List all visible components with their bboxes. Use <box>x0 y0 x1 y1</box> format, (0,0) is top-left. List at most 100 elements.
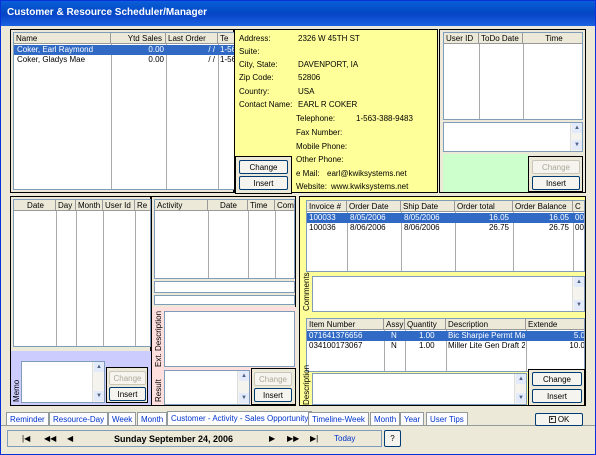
tab-year[interactable]: Year <box>400 412 425 425</box>
col-item-number[interactable]: Item Number <box>307 319 384 330</box>
ok-button[interactable]: ▸ OK <box>535 413 583 426</box>
tab-week[interactable]: Week <box>108 412 137 425</box>
item-row[interactable]: 071641376656 N 1.00 Bic Sharpie Permt Ma… <box>307 331 584 341</box>
prev-icon[interactable]: ◀ <box>67 434 73 443</box>
tab-month[interactable]: Month <box>137 412 168 425</box>
col-order-balance[interactable]: Order Balance <box>513 201 573 212</box>
col-re[interactable]: Re <box>135 200 150 211</box>
help-button[interactable]: ? <box>384 430 401 447</box>
todo-list[interactable]: User ID ToDo Date Time <box>443 32 583 120</box>
reminder-change-button[interactable]: Change <box>109 371 146 385</box>
address-panel: Address: 2326 W 45TH ST Suite: City, Sta… <box>234 29 438 194</box>
next-icon[interactable]: ▶ <box>269 434 275 443</box>
current-date: Sunday September 24, 2006 <box>114 434 234 444</box>
col-order-date[interactable]: Order Date <box>347 201 401 212</box>
todo-notes[interactable]: ▲ ▼ <box>443 122 583 152</box>
ext-description-field[interactable] <box>164 311 295 367</box>
activity-change-button[interactable]: Change <box>254 372 292 386</box>
col-last-order[interactable]: Last Order <box>166 33 218 44</box>
ext-description-label: Ext. Description <box>154 310 163 367</box>
todo-change-button[interactable]: Change <box>532 160 580 174</box>
memo-field[interactable]: ▲ ▼ <box>21 361 105 403</box>
reminder-list[interactable]: Date Day Month User Id Re <box>13 199 151 347</box>
address-value: 2326 W 45TH ST <box>298 34 360 43</box>
zip-value: 52806 <box>298 73 321 82</box>
item-change-button[interactable]: Change <box>532 372 582 386</box>
invoice-row[interactable]: 100036 8/06/2006 8/06/2006 26.75 26.75 0… <box>307 223 584 233</box>
activity-field-2[interactable] <box>154 295 295 305</box>
col-date[interactable]: Date <box>208 200 248 211</box>
address-insert-button[interactable]: Insert <box>239 176 288 190</box>
col-month[interactable]: Month <box>76 200 103 211</box>
col-description[interactable]: Description <box>446 319 526 330</box>
last-icon[interactable]: ▶| <box>310 434 318 443</box>
city-value: DAVENPORT, IA <box>298 60 359 69</box>
comments-field[interactable]: ▲ ▼ <box>312 276 585 312</box>
todo-insert-button[interactable]: Insert <box>532 176 580 190</box>
customer-list[interactable]: Name Ytd Sales Last Order Te Coker, Earl… <box>13 32 235 190</box>
description-field[interactable]: ▲ ▼ <box>312 373 527 405</box>
address-change-button[interactable]: Change <box>239 160 288 174</box>
sales-panel: Invoice # Order Date Ship Date Order tot… <box>299 196 586 406</box>
col-quantity[interactable]: Quantity <box>405 319 446 330</box>
col-te[interactable]: Te <box>218 33 234 44</box>
col-time[interactable]: Time <box>523 33 582 44</box>
item-insert-button[interactable]: Insert <box>532 389 582 403</box>
app-window: Customer & Resource Scheduler/Manager Na… <box>0 0 596 455</box>
result-label: Result <box>154 379 163 402</box>
item-list[interactable]: Item Number Assy Quantity Description Ex… <box>306 318 585 372</box>
first-icon[interactable]: |◀ <box>22 434 30 443</box>
activity-insert-button[interactable]: Insert <box>254 388 292 402</box>
col-c[interactable]: C <box>573 201 584 212</box>
country-value: USA <box>298 87 315 96</box>
todo-panel: User ID ToDo Date Time ▲ ▼ Change Insert <box>439 29 586 193</box>
col-name[interactable]: Name <box>14 33 111 44</box>
col-activity[interactable]: Activity <box>155 200 208 211</box>
fax-label: Fax Number: <box>296 128 343 137</box>
col-extended[interactable]: Extende <box>526 319 584 330</box>
col-date[interactable]: Date <box>14 200 56 211</box>
city-label: City, State: <box>239 60 278 69</box>
col-todo-date[interactable]: ToDo Date <box>479 33 523 44</box>
col-day[interactable]: Day <box>56 200 76 211</box>
reminder-panel: Date Day Month User Id Re Memo ▲ ▼ Change… <box>10 196 151 406</box>
result-field[interactable]: ▲ ▼ <box>164 370 250 405</box>
invoice-list[interactable]: Invoice # Order Date Ship Date Order tot… <box>306 200 585 272</box>
reminder-insert-button[interactable]: Insert <box>109 387 146 401</box>
today-link[interactable]: Today <box>334 434 355 443</box>
col-user-id[interactable]: User ID <box>444 33 479 44</box>
item-row[interactable]: 034100173067 N 1.00 Miller Lite Gen Draf… <box>307 341 584 351</box>
tab-user-tips[interactable]: User Tips <box>426 412 468 425</box>
zip-label: Zip Code: <box>239 73 274 82</box>
customer-panel: Name Ytd Sales Last Order Te Coker, Earl… <box>10 29 235 193</box>
customer-row[interactable]: Coker, Earl Raymond 0.00 / / 1-56 <box>14 45 234 55</box>
tab-customer-activity-sales[interactable]: Customer - Activity - Sales Opportunity <box>167 411 313 425</box>
col-ship-date[interactable]: Ship Date <box>401 201 455 212</box>
description-label: Description <box>302 364 311 405</box>
tab-resource-day[interactable]: Resource-Day <box>49 412 109 425</box>
col-time[interactable]: Time <box>248 200 275 211</box>
comments-label: Comments <box>302 272 311 311</box>
col-invoice-number[interactable]: Invoice # <box>307 201 347 212</box>
rewind-icon[interactable]: ◀◀ <box>44 434 56 443</box>
col-order-total[interactable]: Order total <box>455 201 513 212</box>
tab-timeline-week[interactable]: Timeline-Week <box>308 412 369 425</box>
col-user-id[interactable]: User Id <box>103 200 135 211</box>
tab-timeline-month[interactable]: Month <box>370 412 401 425</box>
telephone-value: 1-563-388-9483 <box>356 114 413 123</box>
tab-reminder[interactable]: Reminder <box>6 412 49 425</box>
memo-label: Memo <box>12 379 21 402</box>
customer-row[interactable]: Coker, Gladys Mae 0.00 / / 1-56 <box>14 55 234 65</box>
activity-field-1[interactable] <box>154 281 295 293</box>
contact-value: EARL R COKER <box>298 100 358 109</box>
fast-forward-icon[interactable]: ▶▶ <box>287 434 299 443</box>
window-title: Customer & Resource Scheduler/Manager <box>1 1 595 26</box>
email-label: e Mail: <box>296 169 320 178</box>
col-ytd-sales[interactable]: Ytd Sales <box>111 33 166 44</box>
col-assy[interactable]: Assy <box>384 319 405 330</box>
contact-label: Contact Name: <box>239 100 293 109</box>
col-com[interactable]: Com <box>275 200 294 211</box>
activity-list[interactable]: Activity Date Time Com <box>154 199 295 279</box>
invoice-row[interactable]: 100033 8/05/2006 8/05/2006 16.05 16.05 0… <box>307 213 584 223</box>
address-label: Address: <box>239 34 271 43</box>
